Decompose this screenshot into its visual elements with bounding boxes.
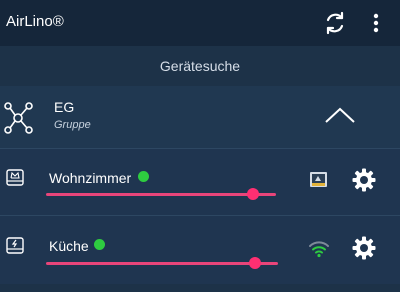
sync-icon[interactable] xyxy=(320,8,350,38)
fan-level-slider[interactable] xyxy=(46,188,276,202)
device-name: Wohnzimmer xyxy=(49,170,132,186)
gear-icon[interactable] xyxy=(351,167,377,193)
slider-track xyxy=(46,193,276,196)
app-title: AirLino® xyxy=(6,13,64,30)
fan-level-slider[interactable] xyxy=(46,257,278,271)
device-search-label: Gerätesuche xyxy=(159,58,241,74)
slider-thumb[interactable] xyxy=(247,188,259,200)
group-name: EG xyxy=(54,99,75,115)
more-vert-icon[interactable] xyxy=(364,8,388,38)
device-name: Küche xyxy=(49,238,89,254)
online-status-dot xyxy=(138,171,149,182)
wifi-icon xyxy=(307,237,331,259)
device-crown-icon xyxy=(4,167,26,189)
online-status-dot xyxy=(94,239,105,250)
group-subtitle: Gruppe xyxy=(54,119,91,131)
device-plug-icon xyxy=(4,235,26,257)
display-icon xyxy=(307,169,331,191)
network-group-icon xyxy=(2,98,34,138)
slider-thumb[interactable] xyxy=(248,257,261,269)
gear-icon[interactable] xyxy=(351,235,377,261)
slider-track xyxy=(46,262,278,265)
device-search-bar[interactable]: Gerätesuche xyxy=(0,46,400,86)
chevron-up-icon[interactable] xyxy=(322,103,358,127)
bottom-strip xyxy=(0,284,400,292)
